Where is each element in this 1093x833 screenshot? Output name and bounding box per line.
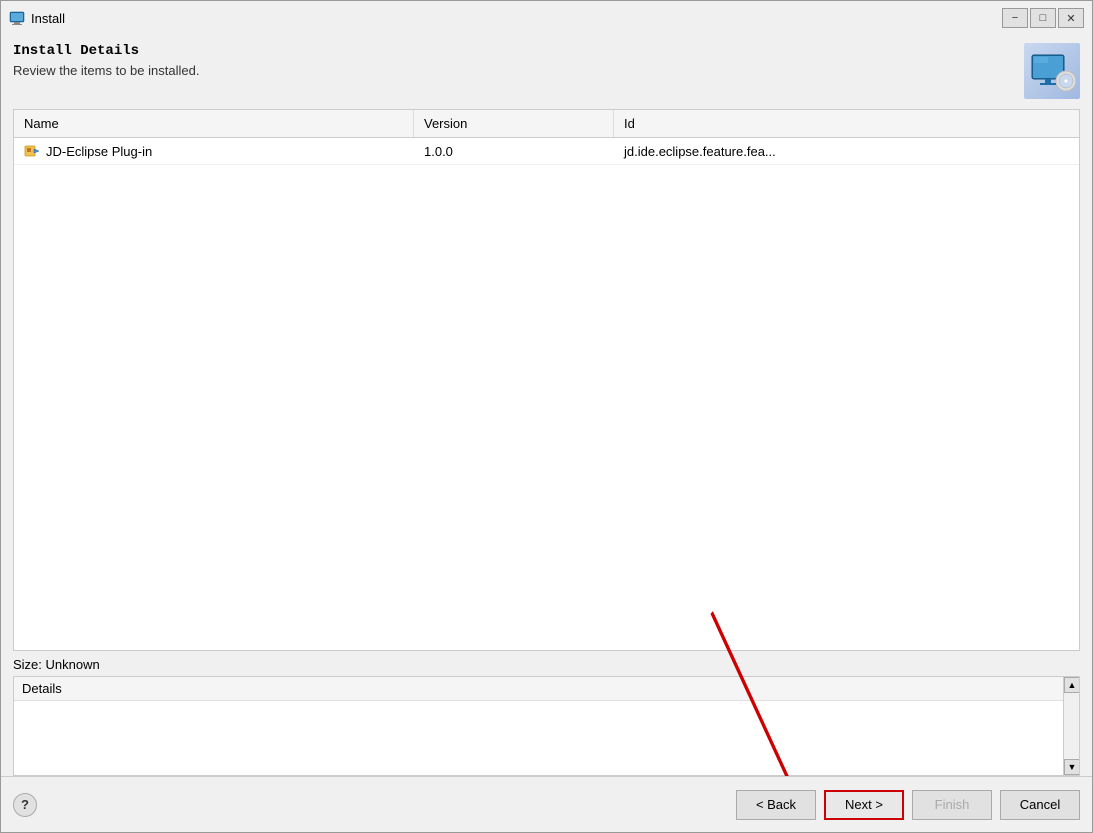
header-text: Install Details Review the items to be i… [13, 43, 199, 78]
header-icon [1024, 43, 1080, 99]
plugin-icon [24, 143, 40, 159]
scroll-down-button[interactable]: ▼ [1064, 759, 1080, 775]
cell-id: jd.ide.eclipse.feature.fea... [614, 138, 1079, 164]
next-button[interactable]: Next > [824, 790, 904, 820]
close-button[interactable]: ✕ [1058, 8, 1084, 28]
details-section: Details ▲ ▼ [13, 676, 1080, 776]
col-name-header: Name [14, 110, 414, 137]
restore-button[interactable]: □ [1030, 8, 1056, 28]
header-section: Install Details Review the items to be i… [13, 43, 1080, 99]
footer-right: < Back Next > Finish Cancel [736, 790, 1080, 820]
page-subtitle: Review the items to be installed. [13, 63, 199, 78]
footer-left: ? [13, 793, 37, 817]
table-header: Name Version Id [14, 110, 1079, 138]
window-icon [9, 10, 25, 26]
details-scrollbar: ▲ ▼ [1063, 677, 1079, 775]
cell-name: JD-Eclipse Plug-in [14, 138, 414, 164]
details-label: Details [14, 677, 1079, 701]
items-table: Name Version Id JD-Eclipse Plug-in [13, 109, 1080, 651]
window-title: Install [31, 11, 1002, 26]
details-wrapper: Details ▲ ▼ [13, 676, 1080, 776]
title-bar: Install − □ ✕ [1, 1, 1092, 33]
cancel-button[interactable]: Cancel [1000, 790, 1080, 820]
finish-button[interactable]: Finish [912, 790, 992, 820]
size-section: Size: Unknown [13, 651, 1080, 676]
minimize-button[interactable]: − [1002, 8, 1028, 28]
col-id-header: Id [614, 110, 1079, 137]
table-body: JD-Eclipse Plug-in 1.0.0 jd.ide.eclipse.… [14, 138, 1079, 650]
back-button[interactable]: < Back [736, 790, 816, 820]
col-version-header: Version [414, 110, 614, 137]
help-button[interactable]: ? [13, 793, 37, 817]
window-controls: − □ ✕ [1002, 8, 1084, 28]
content-area: Install Details Review the items to be i… [1, 33, 1092, 776]
scroll-up-button[interactable]: ▲ [1064, 677, 1080, 693]
footer-area: ? < Back Next > Finish Cancel [1, 776, 1092, 832]
table-row[interactable]: JD-Eclipse Plug-in 1.0.0 jd.ide.eclipse.… [14, 138, 1079, 165]
install-window: Install − □ ✕ Install Details Review the… [0, 0, 1093, 833]
page-title: Install Details [13, 43, 199, 59]
size-label: Size: Unknown [13, 657, 100, 672]
cell-version: 1.0.0 [414, 138, 614, 164]
